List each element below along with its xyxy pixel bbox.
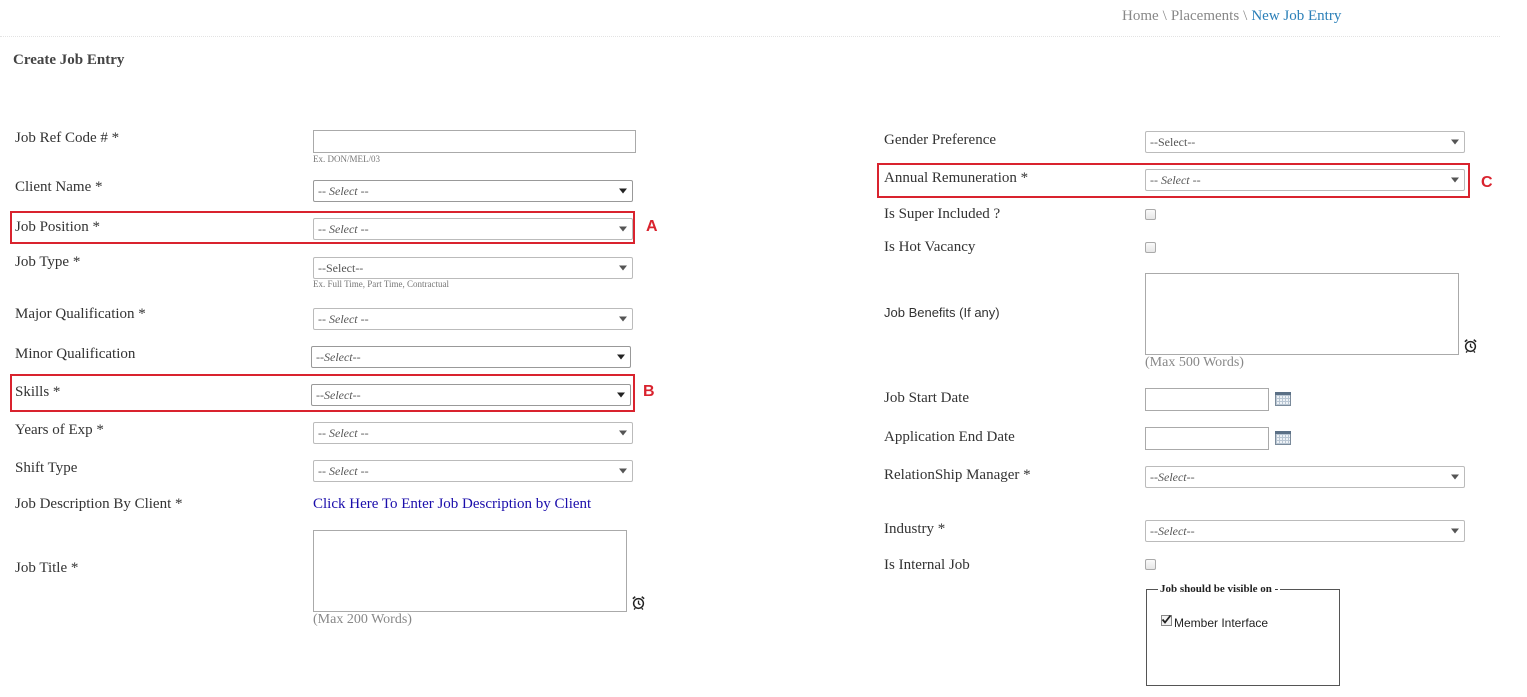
job-title-textarea[interactable] — [313, 530, 627, 612]
job-benefits-textarea[interactable] — [1145, 273, 1459, 355]
industry-label: Industry * — [884, 521, 946, 537]
gender-preference-selected: --Select-- — [1150, 134, 1196, 149]
gender-preference-select[interactable]: --Select-- — [1145, 131, 1465, 153]
years-of-exp-label: Years of Exp * — [15, 422, 104, 438]
chevron-down-icon — [619, 226, 627, 232]
marker-b: B — [643, 383, 655, 400]
header-divider — [0, 36, 1500, 37]
breadcrumb: Home \ Placements \ New Job Entry — [1122, 8, 1341, 25]
minor-qualification-select[interactable]: --Select-- — [311, 346, 631, 368]
industry-selected: --Select-- — [1150, 523, 1195, 538]
job-position-selected: -- Select -- — [318, 221, 369, 236]
client-name-select[interactable]: -- Select -- — [313, 180, 633, 202]
chevron-down-icon — [619, 316, 627, 322]
job-ref-code-label: Job Ref Code # * — [15, 130, 120, 146]
years-of-exp-selected: -- Select -- — [318, 425, 369, 440]
shift-type-label: Shift Type — [15, 460, 78, 476]
job-benefits-max-words: (Max 500 Words) — [1145, 355, 1244, 370]
minor-qualification-selected: --Select-- — [316, 349, 361, 364]
job-title-label: Job Title * — [15, 560, 79, 576]
application-end-date-input[interactable] — [1145, 427, 1269, 450]
chevron-down-icon — [619, 188, 627, 194]
job-type-selected: --Select-- — [318, 260, 364, 275]
chevron-down-icon — [619, 265, 627, 271]
shift-type-selected: -- Select -- — [318, 463, 369, 478]
job-description-link[interactable]: Click Here To Enter Job Description by C… — [313, 496, 591, 513]
chevron-down-icon — [1451, 177, 1459, 183]
alarm-clock-icon[interactable] — [631, 595, 646, 615]
annual-remuneration-select[interactable]: -- Select -- — [1145, 169, 1465, 191]
breadcrumb-separator: \ — [1162, 8, 1167, 24]
client-name-selected: -- Select -- — [318, 183, 369, 198]
relationship-manager-selected: --Select-- — [1150, 469, 1195, 484]
shift-type-select[interactable]: -- Select -- — [313, 460, 633, 482]
visibility-legend: Job should be visible on - — [1158, 583, 1281, 595]
gender-preference-label: Gender Preference — [884, 132, 997, 148]
chevron-down-icon — [1451, 474, 1459, 480]
job-start-date-input[interactable] — [1145, 388, 1269, 411]
alarm-clock-icon[interactable] — [1463, 338, 1478, 358]
chevron-down-icon — [617, 392, 625, 398]
job-position-select[interactable]: -- Select -- — [313, 218, 633, 240]
annual-remuneration-label: Annual Remuneration * — [884, 170, 1029, 186]
skills-selected: --Select-- — [316, 387, 361, 402]
is-hot-vacancy-checkbox[interactable] — [1145, 242, 1156, 253]
job-type-hint: Ex. Full Time, Part Time, Contractual — [313, 279, 450, 289]
calendar-icon[interactable] — [1275, 431, 1291, 445]
major-qualification-select[interactable]: -- Select -- — [313, 308, 633, 330]
job-title-max-words: (Max 200 Words) — [313, 612, 412, 627]
chevron-down-icon — [619, 468, 627, 474]
job-ref-code-input[interactable] — [313, 130, 636, 153]
visibility-fieldset — [1146, 589, 1340, 686]
skills-select[interactable]: --Select-- — [311, 384, 631, 406]
skills-label: Skills * — [15, 384, 61, 400]
page-title: Create Job Entry — [13, 52, 125, 68]
job-description-label: Job Description By Client * — [15, 496, 183, 512]
is-internal-job-label: Is Internal Job — [884, 557, 970, 573]
job-start-date-label: Job Start Date — [884, 390, 969, 406]
industry-select[interactable]: --Select-- — [1145, 520, 1465, 542]
marker-a: A — [646, 218, 658, 235]
breadcrumb-placements[interactable]: Placements — [1171, 8, 1239, 24]
relationship-manager-select[interactable]: --Select-- — [1145, 466, 1465, 488]
job-benefits-label: Job Benefits (If any) — [884, 305, 1000, 320]
checkmark-icon — [1161, 614, 1172, 624]
job-type-label: Job Type * — [15, 254, 81, 270]
major-qualification-label: Major Qualification * — [15, 306, 146, 322]
annual-remuneration-selected: -- Select -- — [1150, 172, 1201, 187]
client-name-label: Client Name * — [15, 179, 103, 195]
is-internal-job-checkbox[interactable] — [1145, 559, 1156, 570]
is-super-included-label: Is Super Included ? — [884, 206, 1001, 222]
job-type-select[interactable]: --Select-- — [313, 257, 633, 279]
is-super-included-checkbox[interactable] — [1145, 209, 1156, 220]
breadcrumb-home[interactable]: Home — [1122, 8, 1159, 24]
chevron-down-icon — [1451, 139, 1459, 145]
major-qualification-selected: -- Select -- — [318, 311, 369, 326]
job-position-label: Job Position * — [15, 219, 101, 235]
is-hot-vacancy-label: Is Hot Vacancy — [884, 239, 976, 255]
calendar-icon[interactable] — [1275, 392, 1291, 406]
breadcrumb-current: New Job Entry — [1251, 8, 1342, 24]
years-of-exp-select[interactable]: -- Select -- — [313, 422, 633, 444]
member-interface-checkbox[interactable] — [1161, 614, 1172, 626]
relationship-manager-label: RelationShip Manager * — [884, 467, 1031, 483]
breadcrumb-separator: \ — [1243, 8, 1248, 24]
marker-c: C — [1481, 174, 1493, 191]
job-ref-code-hint: Ex. DON/MEL/03 — [313, 154, 380, 164]
chevron-down-icon — [617, 354, 625, 360]
chevron-down-icon — [1451, 528, 1459, 534]
chevron-down-icon — [619, 430, 627, 436]
member-interface-label: Member Interface — [1174, 616, 1269, 630]
minor-qualification-label: Minor Qualification — [15, 346, 136, 362]
application-end-date-label: Application End Date — [884, 429, 1015, 445]
